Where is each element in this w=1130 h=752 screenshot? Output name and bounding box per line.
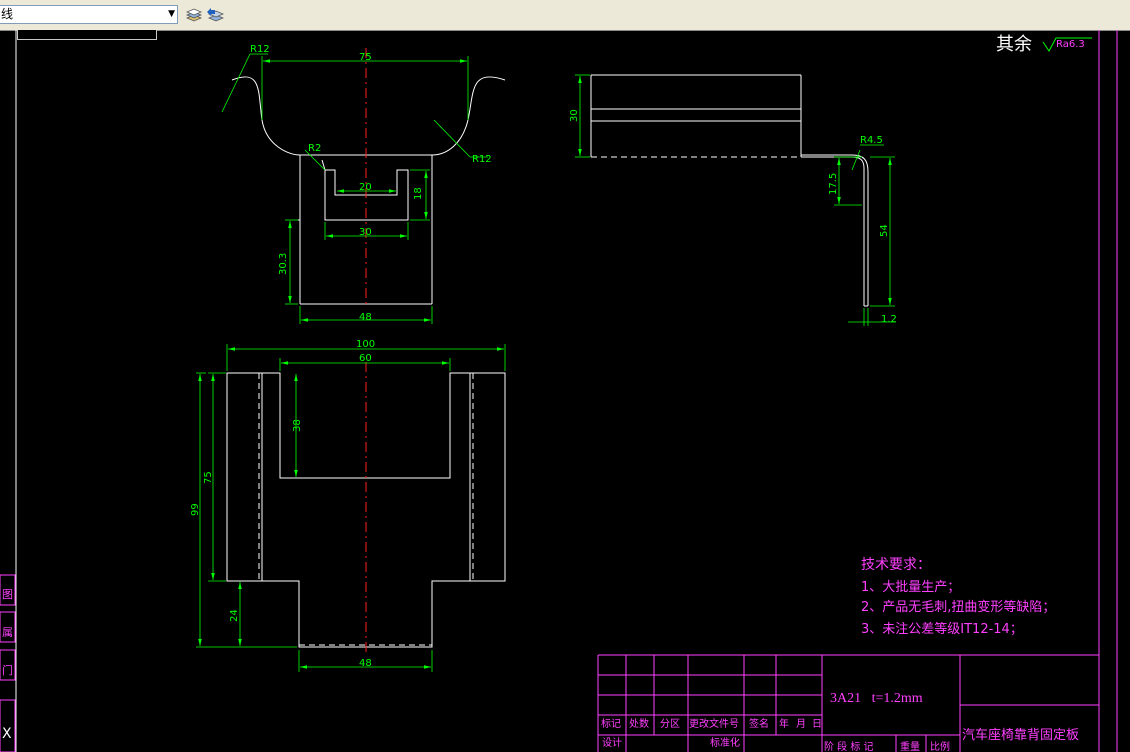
material-spec: 3A21 t=1.2mm — [830, 691, 923, 706]
dim-base-width: 48 — [359, 312, 372, 323]
layer-dropdown[interactable]: 线 ▼ — [0, 5, 178, 24]
tb-design: 设计 — [602, 736, 622, 749]
dim-flat-height-99: 99 — [190, 503, 201, 516]
chevron-down-icon[interactable]: ▼ — [168, 6, 175, 23]
layer-value: 线 — [1, 7, 14, 21]
tb-header-year: 年 — [779, 717, 789, 730]
dim-flat-total: 100 — [356, 339, 375, 350]
tb-stage: 阶 段 标 记 — [824, 740, 874, 752]
dim-leg: 54 — [879, 224, 890, 237]
drawing-canvas[interactable]: 图 属 门 X 其余 Ra6.3 75 R12 R12 R2 20 30 18 — [0, 30, 1130, 752]
dim-lower-height: 30.3 — [278, 253, 289, 275]
dim-bend-radius: R4.5 — [860, 135, 883, 146]
layer-previous-icon[interactable] — [206, 7, 224, 23]
tb-header-sign: 签名 — [749, 717, 769, 730]
tech-item-1: 1、大批量生产； — [861, 580, 960, 595]
dim-tab-width: 48 — [359, 658, 372, 669]
dim-tab-height: 24 — [229, 609, 240, 622]
tb-header-month: 月 — [796, 718, 806, 730]
sidebar-tab-3[interactable]: 门 — [2, 663, 13, 677]
dim-top-width: 75 — [359, 52, 372, 63]
tech-item-3: 3、未注公差等级IT12-14； — [861, 621, 1023, 637]
tb-header-day: 日 — [812, 719, 822, 730]
tb-weight: 重量 — [900, 740, 920, 752]
roughness-prefix: 其余 — [996, 34, 1032, 55]
tb-header-change: 更改文件号 — [689, 717, 739, 730]
roughness-value: Ra6.3 — [1056, 39, 1085, 50]
tb-standard: 标准化 — [710, 736, 740, 749]
dim-thickness: 1.2 — [881, 314, 897, 325]
tb-scale: 比例 — [930, 740, 950, 752]
part-name: 汽车座椅靠背固定板 — [962, 727, 1079, 743]
dim-radius-left: R12 — [250, 44, 270, 55]
dim-slot-outer: 30 — [359, 227, 372, 238]
dim-side-height: 30 — [569, 109, 580, 122]
dim-slot-inner: 20 — [359, 182, 372, 193]
dim-radius-right: R12 — [472, 154, 492, 165]
tech-title: 技术要求： — [861, 557, 931, 573]
layer-stack-icon[interactable] — [185, 7, 203, 23]
tb-header-zone: 分区 — [660, 718, 680, 730]
tech-item-2: 2、产品无毛刺,扭曲变形等缺陷； — [861, 599, 1055, 615]
sidebar-tab-2[interactable]: 属 — [2, 626, 13, 639]
front-view-dims — [221, 53, 488, 324]
drawing-border — [1098, 30, 1118, 752]
toolbar: 线 ▼ — [0, 0, 1130, 31]
dim-radius-small: R2 — [308, 143, 321, 154]
dim-flat-height-75: 75 — [203, 471, 214, 484]
side-view-dims — [575, 74, 896, 326]
dim-cutout-depth: 38 — [292, 419, 303, 432]
dim-cutout-width: 60 — [359, 353, 372, 364]
flat-pattern-dims — [196, 344, 506, 672]
side-view — [590, 74, 869, 307]
dim-flange: 17.5 — [828, 173, 839, 195]
tb-header-mark: 标记 — [601, 718, 621, 730]
sidebar-tab-1[interactable]: 图 — [2, 588, 13, 601]
dim-slot-depth: 18 — [413, 187, 424, 200]
sidebar-tab-4[interactable]: X — [2, 726, 12, 742]
tb-header-count: 处数 — [629, 717, 649, 730]
